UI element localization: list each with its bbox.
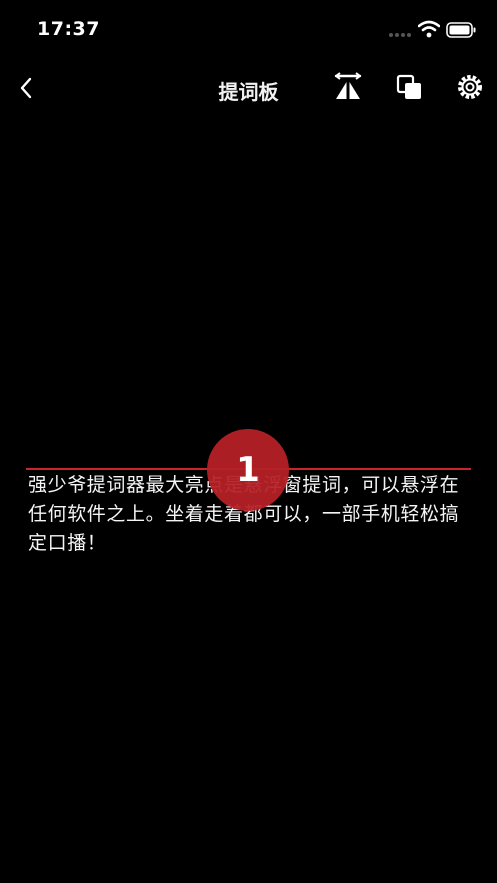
mirror-flip-icon[interactable] [333, 72, 363, 102]
countdown-badge: 1 [207, 429, 289, 511]
wifi-icon [418, 20, 440, 38]
status-time: 17:37 [37, 18, 100, 40]
status-bar: 17:37 [0, 0, 497, 60]
cellular-signal-icon [389, 33, 411, 37]
battery-icon [446, 22, 476, 38]
copy-icon[interactable] [395, 72, 425, 102]
navigation-bar: 提词板 [0, 60, 497, 116]
gear-icon[interactable] [455, 72, 485, 102]
